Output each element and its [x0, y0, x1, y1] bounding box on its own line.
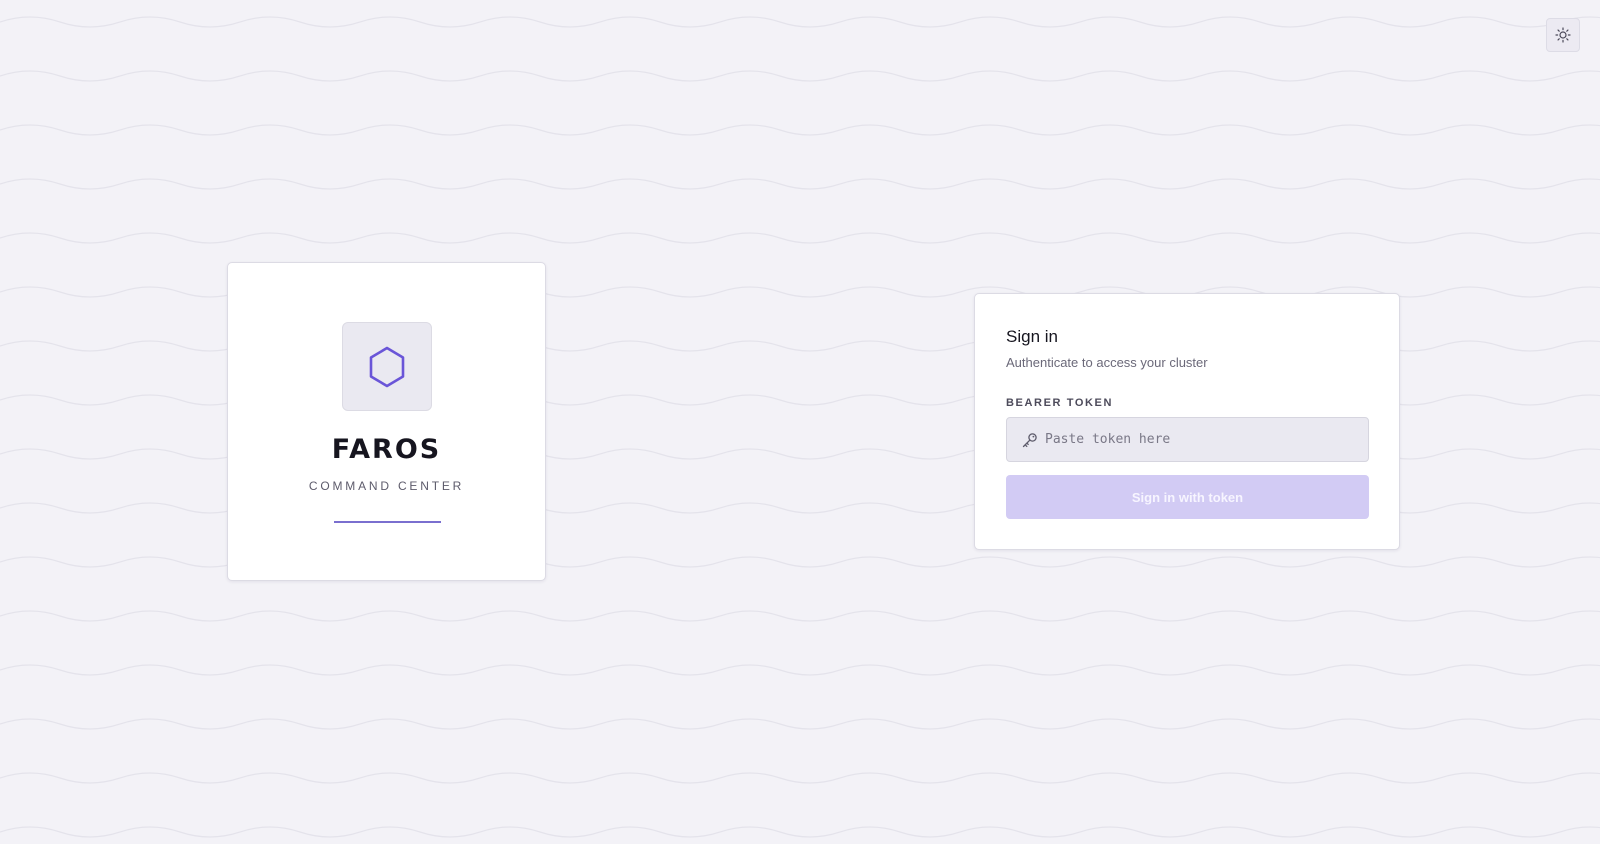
- theme-toggle-button[interactable]: [1546, 18, 1580, 52]
- bearer-token-label: BEARER TOKEN: [1006, 397, 1114, 409]
- brand-card: FAROS COMMAND CENTER: [227, 262, 546, 581]
- key-icon: [1022, 433, 1037, 448]
- signin-subtitle: Authenticate to access your cluster: [1006, 355, 1208, 370]
- sun-icon: [1555, 27, 1571, 43]
- logo-tile: [342, 322, 432, 411]
- brand-subtitle: COMMAND CENTER: [308, 479, 465, 493]
- brand-divider: [334, 521, 441, 523]
- sign-in-with-token-button[interactable]: Sign in with token: [1006, 475, 1369, 519]
- brand-name: FAROS: [331, 434, 442, 465]
- signin-title: Sign in: [1006, 327, 1058, 346]
- hexagon-icon: [369, 346, 405, 387]
- signin-card: Sign in Authenticate to access your clus…: [974, 293, 1400, 550]
- bearer-token-input[interactable]: [1045, 418, 1363, 461]
- bearer-token-field[interactable]: [1006, 417, 1369, 462]
